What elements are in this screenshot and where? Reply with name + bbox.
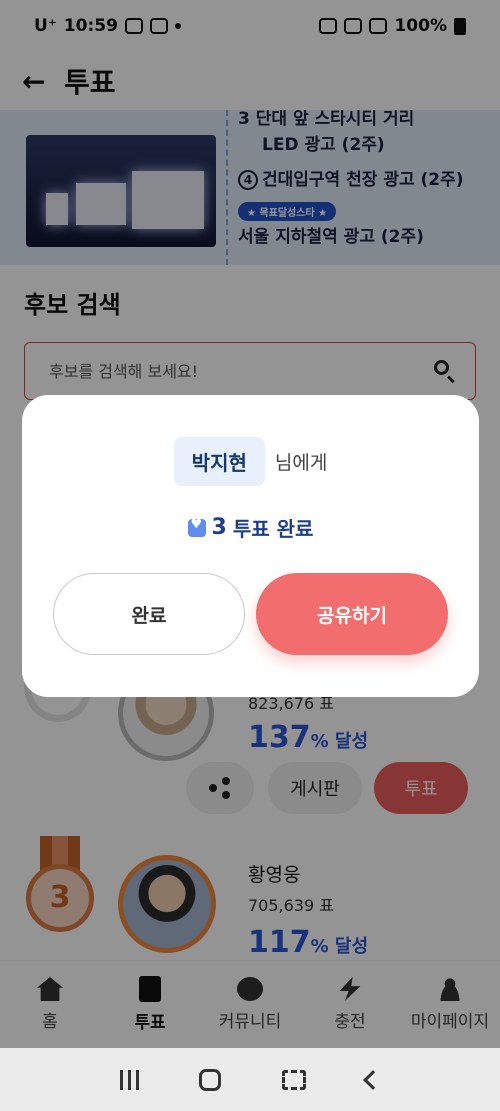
vote-count: 3	[211, 515, 227, 540]
heart-icon	[187, 517, 206, 537]
recents-icon[interactable]	[120, 1069, 140, 1090]
vote-complete-dialog: 박지현 님에게 3 투표 완료 완료 공유하기	[22, 395, 479, 697]
home-button-icon[interactable]	[199, 1068, 222, 1091]
system-navigation-bar	[0, 1048, 500, 1111]
recipient-name-chip: 박지현	[173, 437, 265, 486]
back-icon[interactable]	[362, 1069, 383, 1090]
capture-icon[interactable]	[281, 1069, 306, 1090]
done-button[interactable]: 완료	[53, 573, 245, 655]
vote-result-message: 3 투표 완료	[22, 513, 479, 542]
vote-done-label: 투표 완료	[232, 517, 314, 541]
recipient-suffix: 님에게	[274, 452, 328, 474]
share-button[interactable]: 공유하기	[256, 573, 448, 655]
dialog-recipient: 박지현 님에게	[22, 437, 479, 486]
